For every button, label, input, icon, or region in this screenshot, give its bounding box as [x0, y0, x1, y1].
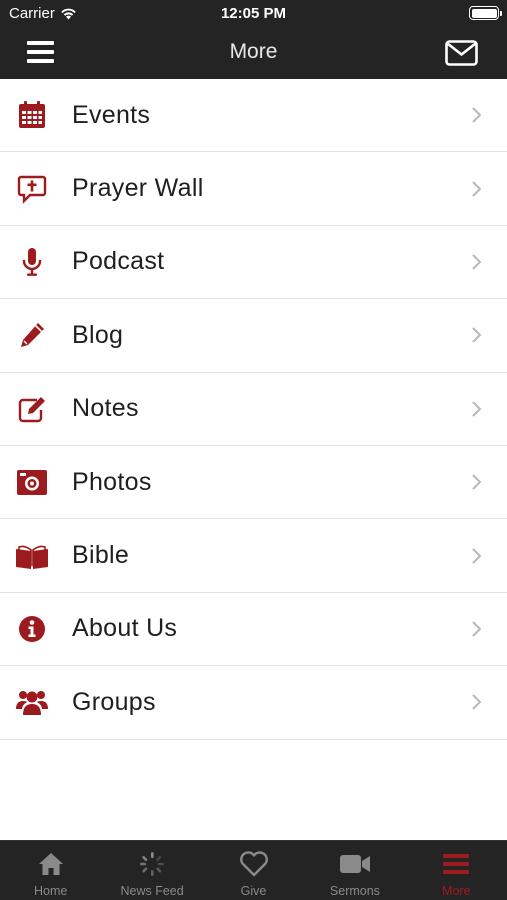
status-time: 12:05 PM — [220, 5, 287, 22]
menu-item-bible[interactable]: Bible — [0, 519, 507, 593]
menu-item-label: Prayer Wall — [72, 174, 204, 203]
tab-news-feed[interactable]: News Feed — [101, 841, 202, 900]
menu-icon — [440, 850, 472, 878]
menu-item-podcast[interactable]: Podcast — [0, 225, 507, 300]
nav-bar: More — [0, 28, 507, 79]
chevron-right-icon — [472, 547, 482, 564]
menu-item-groups[interactable]: Groups — [0, 666, 507, 740]
refresh-icon — [136, 850, 168, 878]
open-book-icon — [15, 539, 49, 573]
status-bar: Carrier 12:05 PM — [0, 0, 507, 28]
top-header: Carrier 12:05 PM More — [0, 0, 507, 79]
chevron-right-icon — [472, 254, 482, 270]
menu-item-label: About Us — [72, 614, 178, 643]
tab-home[interactable]: Home — [0, 841, 101, 900]
menu-item-label: Events — [72, 100, 151, 129]
microphone-icon — [15, 245, 49, 279]
menu-item-label: Blog — [72, 320, 124, 349]
more-menu-list: Events Prayer Wall Podcast Blog Notes Ph… — [0, 79, 507, 740]
chevron-right-icon — [472, 401, 482, 417]
menu-item-label: Photos — [72, 467, 152, 496]
battery-icon — [469, 6, 502, 20]
menu-item-label: Podcast — [72, 247, 165, 276]
tab-sermons[interactable]: Sermons — [304, 841, 405, 900]
chevron-right-icon — [472, 327, 482, 344]
camera-icon — [15, 465, 49, 499]
menu-item-about-us[interactable]: About Us — [0, 592, 507, 667]
menu-item-prayer-wall[interactable]: Prayer Wall — [0, 152, 507, 226]
info-icon — [15, 612, 49, 646]
tab-label: Home — [34, 884, 68, 898]
page-title: More — [229, 40, 278, 63]
tab-label: Give — [240, 884, 267, 898]
tab-label: Sermons — [329, 884, 380, 898]
chevron-right-icon — [472, 180, 482, 197]
chevron-right-icon — [472, 621, 482, 637]
mail-icon[interactable] — [445, 40, 478, 66]
video-camera-icon — [339, 850, 371, 878]
home-icon — [35, 850, 67, 878]
menu-item-notes[interactable]: Notes — [0, 372, 507, 446]
menu-item-photos[interactable]: Photos — [0, 445, 507, 520]
edit-note-icon — [15, 392, 49, 426]
menu-item-events[interactable]: Events — [0, 79, 507, 153]
chevron-right-icon — [472, 474, 482, 490]
group-icon — [15, 685, 49, 719]
menu-item-blog[interactable]: Blog — [0, 299, 507, 373]
menu-item-label: Bible — [72, 541, 130, 570]
tab-give[interactable]: Give — [203, 841, 304, 900]
tab-label: News Feed — [120, 884, 184, 898]
tab-bar: Home News Feed Give Sermons More — [0, 840, 507, 900]
menu-item-label: Notes — [72, 394, 139, 423]
heart-icon — [238, 850, 270, 878]
chevron-right-icon — [472, 694, 482, 711]
tab-label: More — [442, 884, 471, 898]
chevron-right-icon — [472, 107, 482, 123]
prayer-bubble-icon — [15, 172, 49, 206]
pencil-icon — [15, 318, 49, 352]
calendar-icon — [15, 98, 49, 132]
menu-item-label: Groups — [72, 687, 156, 716]
tab-more[interactable]: More — [406, 841, 507, 900]
